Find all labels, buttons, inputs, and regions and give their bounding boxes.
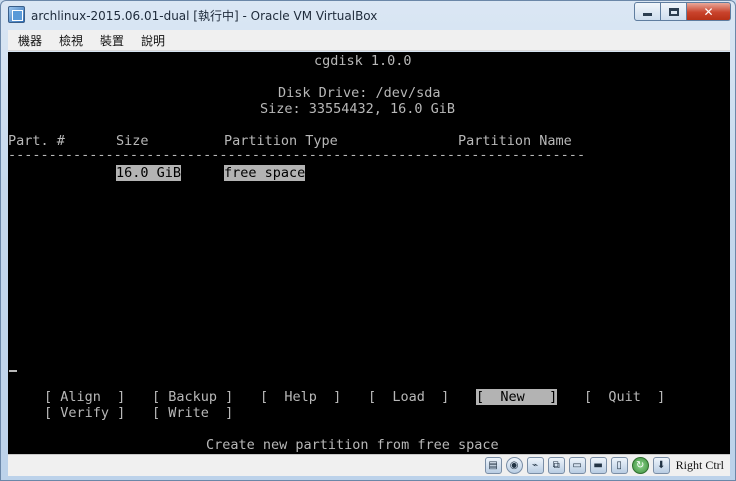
verify-button[interactable]: [ Verify ]	[44, 405, 125, 421]
help-button[interactable]: [ Help ]	[260, 389, 341, 405]
shared-folder-icon[interactable]: ▭	[568, 457, 586, 474]
new-button[interactable]: [ New ]	[476, 389, 558, 405]
virtualbox-window: archlinux-2015.06.01-dual [執行中] - Oracle…	[0, 0, 736, 481]
window-title: archlinux-2015.06.01-dual [執行中] - Oracle…	[31, 9, 378, 23]
device-indicators: ▤ ◉ ⌁ ⧉ ▭ ▬ ▯ ↻ ⬇ Right Ctrl	[484, 457, 730, 474]
host-key-label: Right Ctrl	[675, 458, 724, 472]
close-button[interactable]: ✕	[686, 2, 731, 21]
usb-icon[interactable]: ⌁	[526, 457, 544, 474]
minimize-icon	[643, 13, 652, 16]
row-type: free space	[224, 165, 306, 181]
backup-button[interactable]: [ Backup ]	[152, 389, 233, 405]
cgdisk-title: cgdisk 1.0.0	[314, 53, 412, 69]
window-controls: ✕	[634, 2, 731, 21]
menu-devices[interactable]: 裝置	[90, 32, 131, 49]
minimize-button[interactable]	[634, 2, 661, 21]
status-message: Create new partition from free space	[206, 437, 499, 453]
disk-drive-label: Disk Drive: /dev/sda	[278, 85, 441, 101]
row-size: 16.0 GiB	[116, 165, 182, 181]
display-icon[interactable]: ▬	[589, 457, 607, 474]
vm-screen[interactable]: cgdisk 1.0.0 Disk Drive: /dev/sda Size: …	[8, 52, 730, 454]
close-icon: ✕	[703, 4, 714, 19]
text-cursor	[9, 370, 17, 372]
video-capture-icon[interactable]: ▯	[610, 457, 628, 474]
virtualbox-app-icon	[8, 6, 25, 23]
header-separator: ----------------------------------------…	[8, 147, 584, 163]
align-button[interactable]: [ Align ]	[44, 389, 125, 405]
write-button[interactable]: [ Write ]	[152, 405, 233, 421]
menu-help[interactable]: 說明	[131, 32, 172, 49]
maximize-button[interactable]	[660, 2, 687, 21]
optical-icon[interactable]: ◉	[505, 457, 523, 474]
hdd-icon[interactable]: ▤	[484, 457, 502, 474]
mouse-integration-icon[interactable]: ↻	[631, 457, 649, 474]
title-bar[interactable]: archlinux-2015.06.01-dual [執行中] - Oracle…	[1, 1, 735, 29]
load-button[interactable]: [ Load ]	[368, 389, 449, 405]
quit-button[interactable]: [ Quit ]	[584, 389, 665, 405]
maximize-icon	[668, 7, 679, 16]
menu-bar: 機器 檢視 裝置 說明	[8, 30, 730, 51]
disk-size-label: Size: 33554432, 16.0 GiB	[260, 101, 456, 117]
menu-machine[interactable]: 機器	[8, 32, 49, 49]
status-bar: ▤ ◉ ⌁ ⧉ ▭ ▬ ▯ ↻ ⬇ Right Ctrl	[8, 454, 730, 476]
network-icon[interactable]: ⧉	[547, 457, 565, 474]
menu-view[interactable]: 檢視	[49, 32, 90, 49]
keyboard-capture-icon[interactable]: ⬇	[652, 457, 670, 474]
